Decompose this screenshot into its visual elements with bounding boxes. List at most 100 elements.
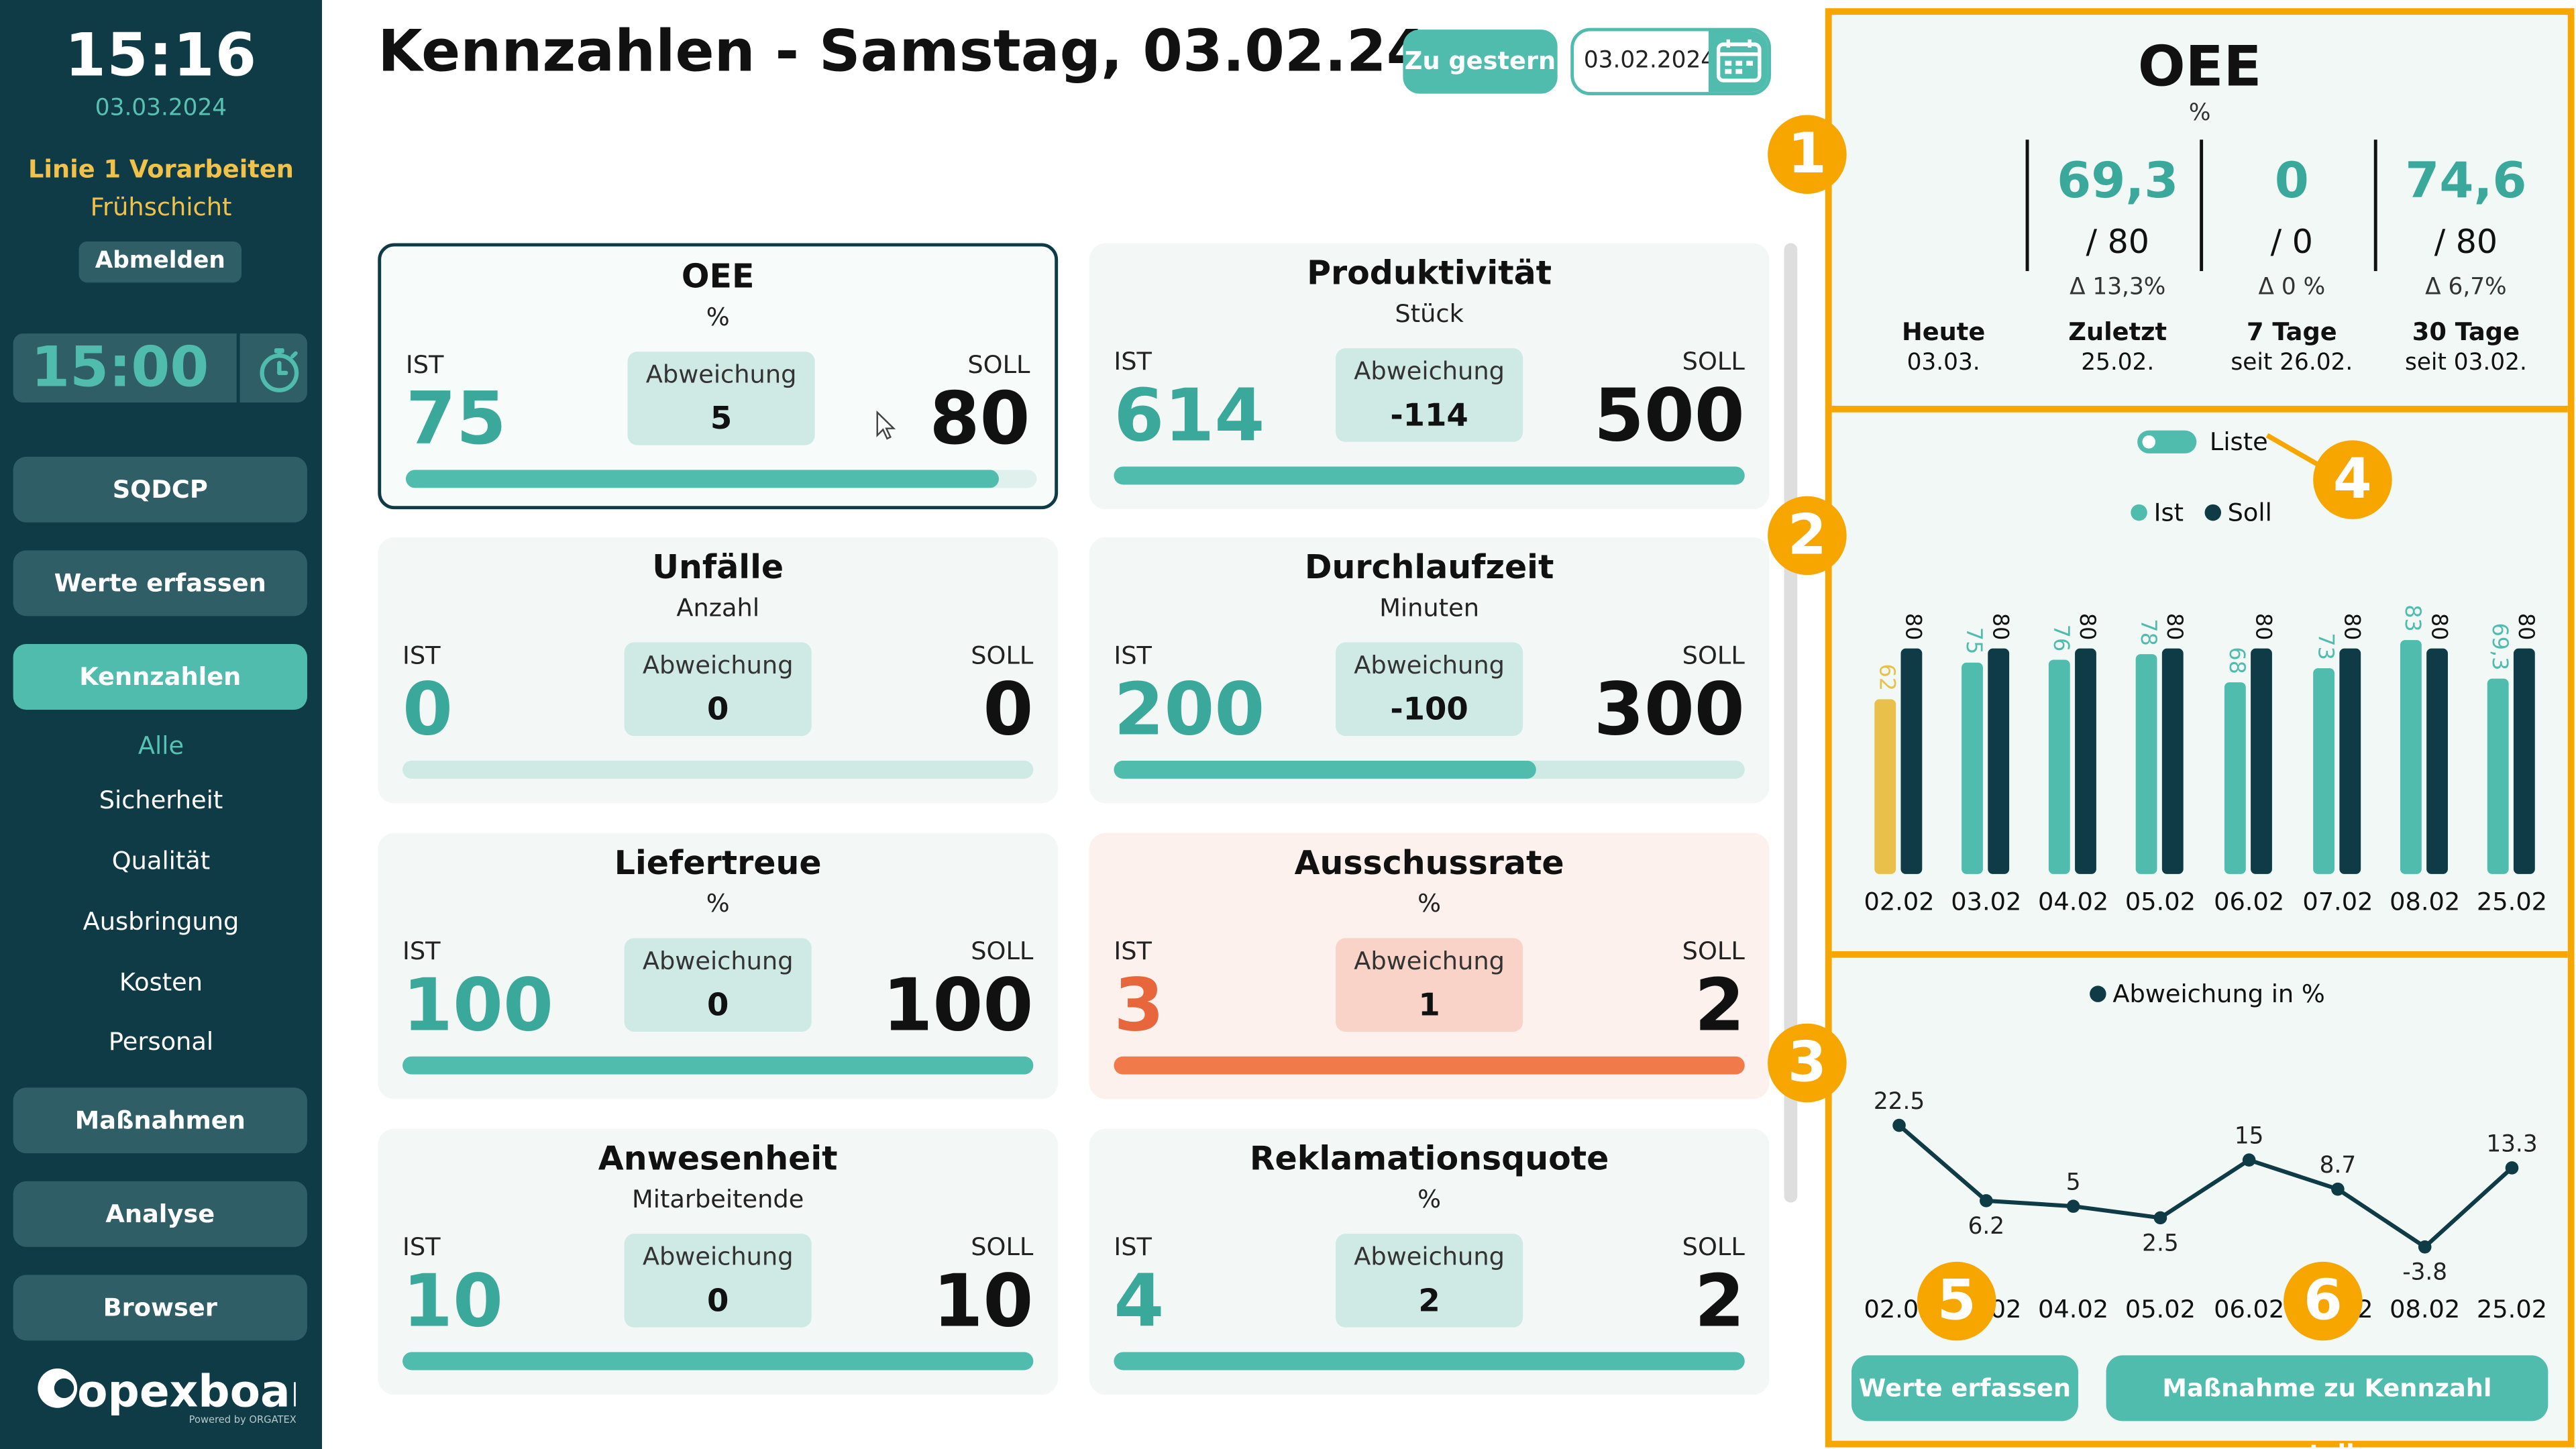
deviation-label: 13.3 (2486, 1130, 2537, 1157)
list-toggle-label: Liste (2209, 427, 2268, 457)
kpi-card-deviation-label: Abweichung (642, 1242, 794, 1272)
nav-analyse[interactable]: Analyse (13, 1181, 307, 1247)
nav-werte-erfassen[interactable]: Werte erfassen (13, 550, 307, 616)
nav-browser[interactable]: Browser (13, 1275, 307, 1341)
bar-x-tick: 08.02 (2390, 888, 2460, 916)
kpi-card-deviation: Abweichung 2 (1336, 1234, 1523, 1328)
calendar-icon[interactable] (1709, 32, 1768, 93)
create-measure-button[interactable]: Maßnahme zu Kennzahl erstellen (2106, 1355, 2548, 1449)
kpi-card-deviation-label: Abweichung (1354, 356, 1505, 386)
list-toggle[interactable] (2137, 430, 2197, 453)
bar-ist-label: 78 (2136, 619, 2161, 646)
legend-deviation-label: Abweichung in % (2112, 979, 2325, 1009)
stopwatch-icon[interactable] (253, 343, 305, 396)
app-window: 15:16 03.03.2024 Linie 1 Vorarbeiten Frü… (0, 0, 2576, 1449)
kpi-card-progress-bar (402, 1352, 1034, 1371)
period-today-name: Heute (1902, 317, 1986, 347)
bar-ist (2135, 654, 2157, 874)
bar-soll (2426, 648, 2448, 874)
kpi-card-title: Unfälle (652, 547, 784, 587)
nav-kennzahlen[interactable]: Kennzahlen (13, 644, 307, 710)
kpi-card-deviation: Abweichung 0 (624, 938, 812, 1032)
kpi-card-anwesenheit[interactable]: Anwesenheit Mitarbeitende IST SOLL 10 10 Abwei… (378, 1128, 1059, 1395)
kpi-card-progress-fill (1114, 466, 1745, 485)
period-30days-sub: seit 03.02. (2404, 350, 2527, 376)
subnav-ausbringung[interactable]: Ausbringung (0, 907, 322, 936)
kpi-card-deviation-value: -114 (1390, 397, 1468, 434)
kpi-card-durchlaufzeit[interactable]: Durchlaufzeit Minuten IST SOLL 200 300 Abweich… (1089, 537, 1770, 804)
period-today: Heute 03.03. (1856, 317, 2031, 376)
deviation-point (2505, 1161, 2519, 1175)
legend-ist-label: Ist (2153, 498, 2184, 528)
summary-7days-delta: Δ 0 % (2258, 274, 2326, 301)
kpi-card-title: Liefertreue (614, 843, 822, 883)
kpi-card-ist-label: IST (1114, 346, 1152, 376)
kpi-card-progress-fill (1114, 1056, 1745, 1075)
bar-x-tick: 02.02 (1864, 888, 1934, 916)
kpi-card-soll-label: SOLL (1682, 346, 1745, 376)
timer-widget[interactable]: 15:00 (13, 333, 307, 403)
kpi-card-soll-label: SOLL (1682, 1232, 1745, 1262)
timer-divider (236, 333, 240, 403)
kpi-card-oee[interactable]: OEE% IST SOLL 75 80 Abweichung 5 (378, 243, 1059, 510)
deviation-label: 5 (2066, 1169, 2081, 1196)
date-picker[interactable]: 03.02.2024 (1570, 28, 1772, 96)
kpi-card-liefertreue[interactable]: Liefertreue% IST SOLL 100 100 Abweichung 0 (378, 833, 1059, 1099)
kpi-card-reklamationsquote[interactable]: Reklamationsquote% IST SOLL 4 2 Abweichung 2 (1089, 1128, 1770, 1395)
kpi-card-progress-fill (405, 470, 999, 488)
bar-x-tick: 05.02 (2125, 888, 2196, 916)
logout-button[interactable]: Abmelden (78, 241, 242, 283)
kpi-card-progress-bar (1114, 1056, 1745, 1075)
deviation-label: 6.2 (1968, 1213, 2005, 1240)
deviation-label: 22.5 (1874, 1088, 1925, 1115)
enter-values-button[interactable]: Werte erfassen (1851, 1355, 2078, 1421)
kpi-card-ist-label: IST (1114, 641, 1152, 671)
subnav-sicherheit[interactable]: Sicherheit (0, 786, 322, 815)
kpi-card-progress-bar (402, 760, 1034, 779)
kpi-card-ist-value: 75 (405, 378, 506, 462)
kpi-card-soll-label: SOLL (1682, 641, 1745, 671)
mouse-cursor-icon (876, 411, 896, 440)
kpi-card-unfaelle[interactable]: Unfälle Anzahl IST SOLL 0 0 Abweichung 0 (378, 537, 1059, 804)
summary-divider (2373, 140, 2377, 272)
panel-divider (1831, 405, 2568, 413)
bar-soll-label: 80 (2426, 613, 2452, 641)
kpi-card-title: Reklamationsquote (1249, 1138, 1609, 1178)
deviation-point (2242, 1153, 2256, 1167)
bar-ist (2048, 659, 2070, 874)
subnav-alle[interactable]: Alle (0, 731, 322, 761)
bar-ist-label: 62 (1874, 664, 1900, 692)
period-7days: 7 Tage seit 26.02. (2205, 317, 2379, 376)
legend-deviation-dot (2090, 985, 2106, 1002)
kpi-card-deviation-value: 1 (1418, 987, 1440, 1024)
kpi-card-unit: % (706, 888, 730, 918)
detail-panel: OEE % 69,3 / 80 0 / 0 74,6 / 80 Δ 13,3% … (1825, 8, 2575, 1449)
kpi-card-ausschussrate[interactable]: Ausschussrate% IST SOLL 3 2 Abweichung 1 (1089, 833, 1770, 1099)
kpi-card-ist-label: IST (402, 936, 441, 967)
yesterday-button[interactable]: Zu gestern (1403, 30, 1558, 94)
date-picker-button[interactable] (1708, 31, 1768, 93)
kpi-card-progress-bar (1114, 1352, 1745, 1371)
callout-badge-2: 2 (1768, 496, 1847, 576)
kpi-card-soll-value: 500 (1593, 374, 1745, 459)
subnav-kosten[interactable]: Kosten (0, 967, 322, 997)
kpi-card-progress-bar (402, 1056, 1034, 1075)
kpi-card-soll-value: 2 (1694, 964, 1745, 1049)
nav-sqdcp[interactable]: SQDCP (13, 456, 307, 523)
subnav-qualitaet[interactable]: Qualität (0, 846, 322, 875)
line-x-tick: 25.02 (2477, 1295, 2547, 1324)
kpi-card-deviation-label: Abweichung (1354, 1242, 1505, 1272)
period-last-sub: 25.02. (2081, 350, 2155, 376)
bar-soll (2339, 648, 2361, 874)
bar-ist (2224, 682, 2246, 874)
date-picker-value[interactable]: 03.02.2024 (1584, 32, 1715, 93)
bar-legend: Ist Soll (2131, 498, 2272, 528)
kpi-card-produktivitaet[interactable]: Produktivität Stück IST SOLL 614 500 Abweichun… (1089, 243, 1770, 510)
nav-massnahmen[interactable]: Maßnahmen (13, 1087, 307, 1154)
summary-last-value: 69,3 (2057, 152, 2179, 211)
callout-badge-1: 1 (1768, 115, 1847, 194)
period-last: Zuletzt 25.02. (2031, 317, 2205, 376)
deviation-point (1980, 1194, 1993, 1208)
subnav-personal[interactable]: Personal (0, 1027, 322, 1057)
sidebar: 15:16 03.03.2024 Linie 1 Vorarbeiten Frü… (0, 0, 323, 1449)
